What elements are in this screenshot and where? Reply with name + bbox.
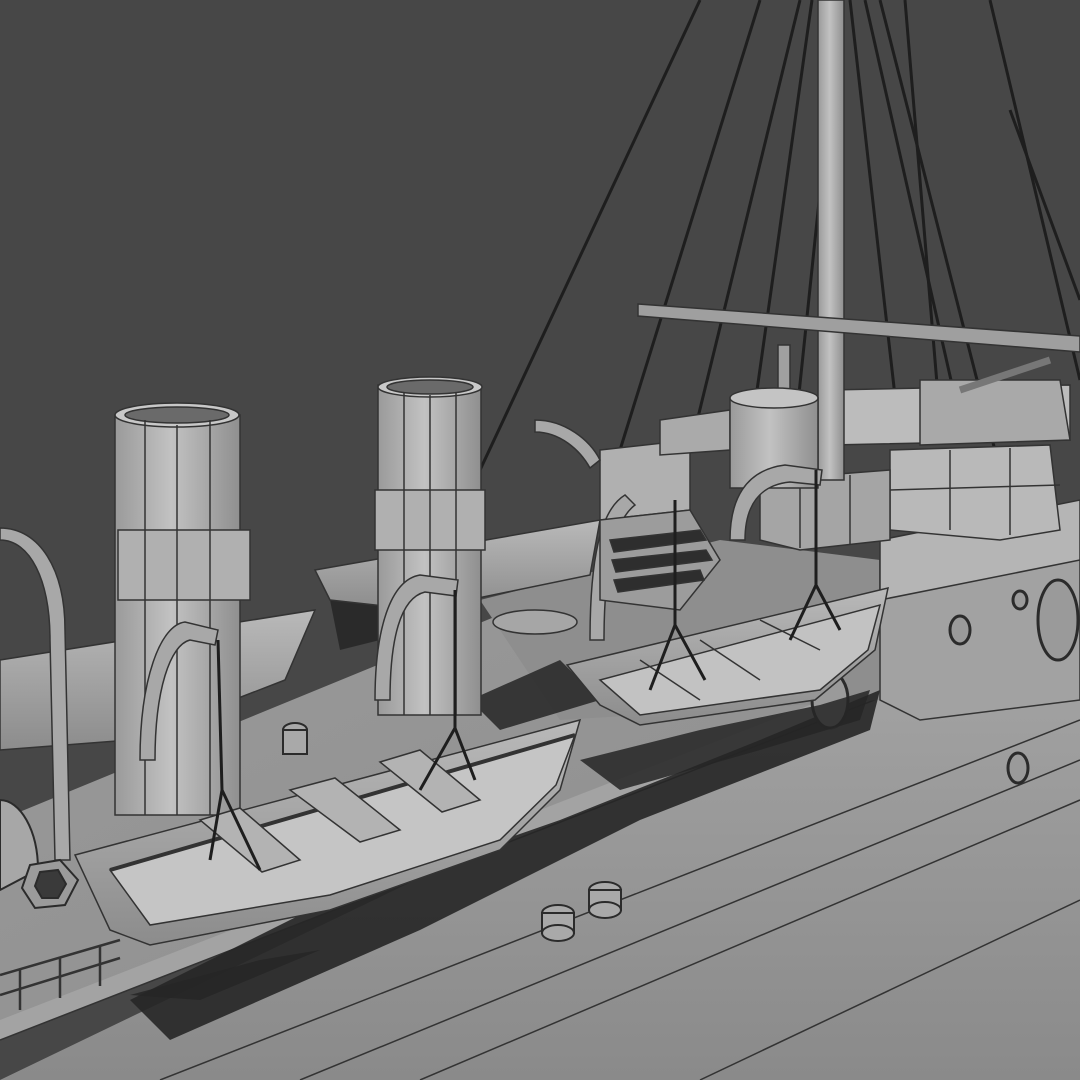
ship-wireframe-render — [0, 0, 1080, 1080]
deck-hatch — [492, 609, 578, 635]
funnel-front — [114, 402, 251, 816]
3d-viewport — [0, 0, 1080, 1080]
